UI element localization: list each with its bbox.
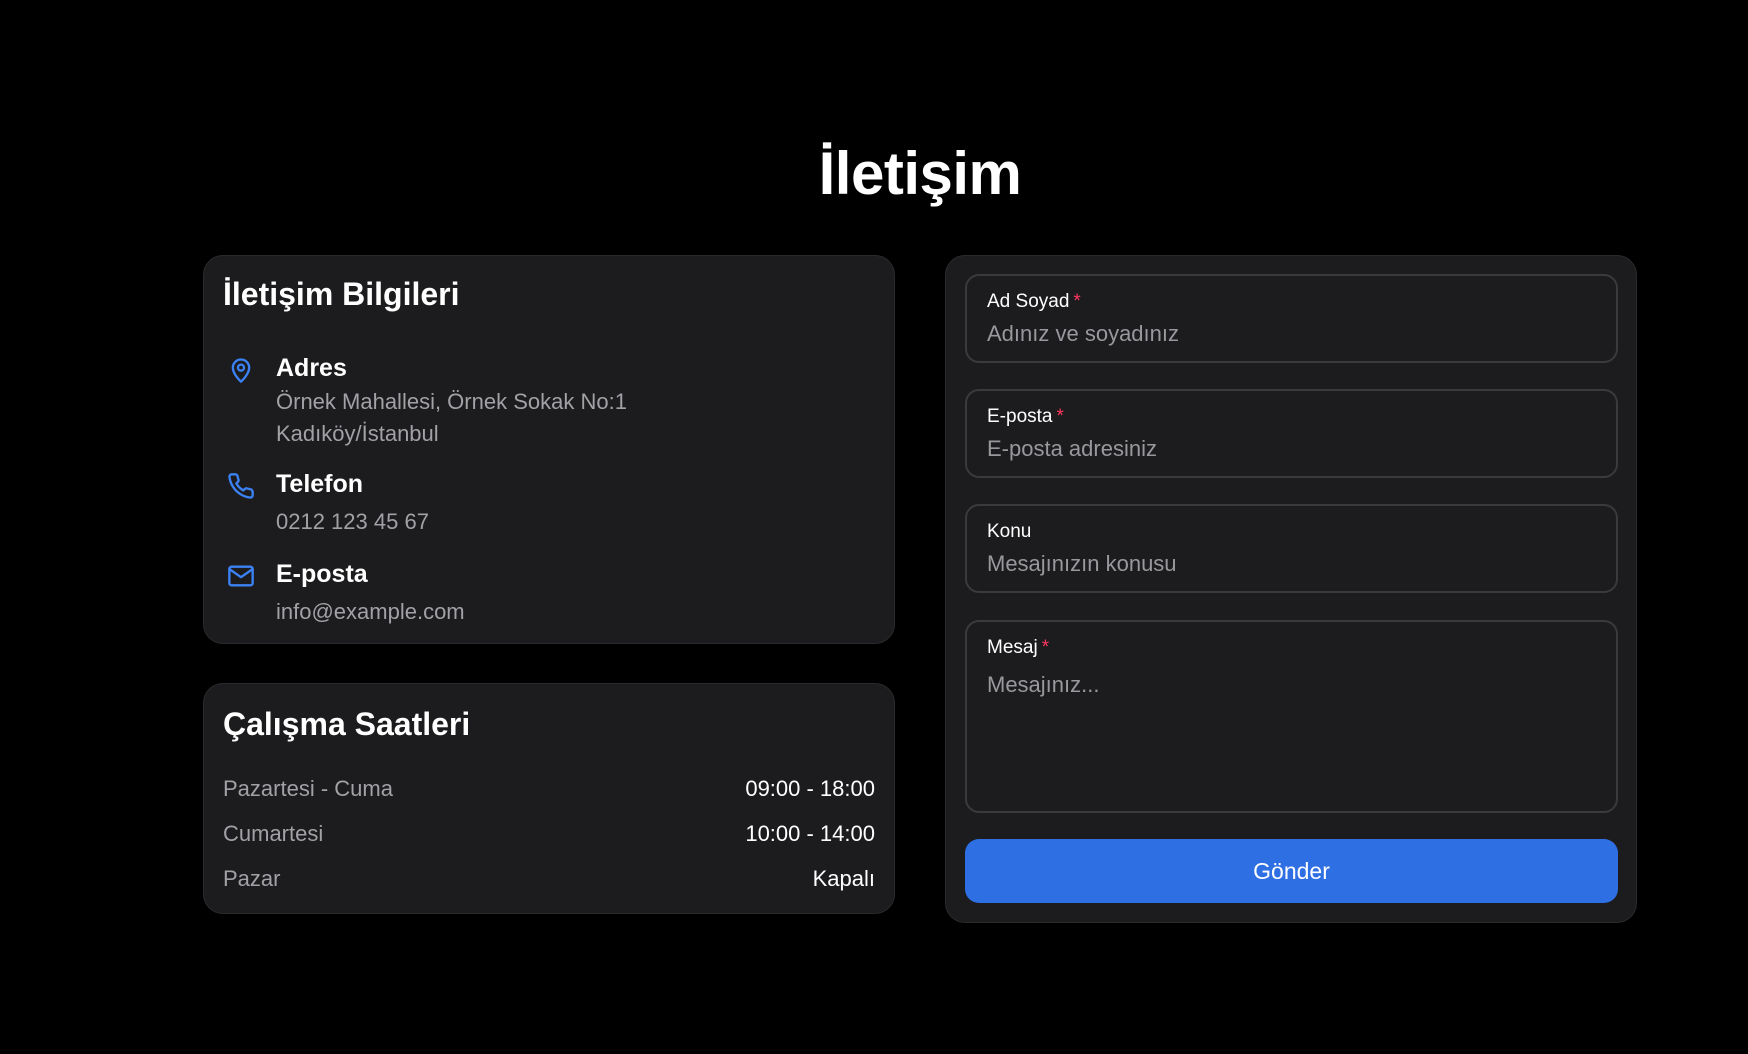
message-textarea[interactable] <box>987 672 1596 798</box>
required-mark: * <box>1056 406 1064 427</box>
hours-day: Cumartesi <box>223 821 324 846</box>
message-field: Mesaj * <box>965 620 1618 813</box>
hours-time: 09:00 - 18:00 <box>745 776 875 801</box>
subject-input[interactable] <box>987 548 1596 580</box>
contact-form-card: Ad Soyad* E-posta* Konu Mesaj* Gönder <box>945 255 1637 923</box>
working-hours-title: Çalışma Saatleri <box>223 706 471 742</box>
hours-row: Pazartesi - Cuma 09:00 - 18:00 <box>223 776 875 808</box>
required-mark: * <box>1041 637 1050 658</box>
hours-time: 10:00 - 14:00 <box>745 821 875 846</box>
email-label: E-posta <box>276 560 368 588</box>
phone-icon <box>228 473 254 499</box>
subject-label: Konu <box>987 521 1032 542</box>
hours-day: Pazar <box>223 866 281 891</box>
email-value: info@example.com <box>276 599 465 624</box>
message-label: Mesaj * <box>987 637 1050 658</box>
hours-time: Kapalı <box>812 866 875 891</box>
address-line-1: Örnek Mahallesi, Örnek Sokak No:1 <box>276 389 627 414</box>
email-field-label: E-posta * <box>987 406 1064 427</box>
contact-info-card: İletişim Bilgileri Adres Örnek Mahallesi… <box>203 255 895 644</box>
working-hours-card: Çalışma Saatleri Pazartesi - Cuma 09:00 … <box>203 683 895 914</box>
map-pin-icon <box>231 358 251 383</box>
mail-icon <box>228 565 254 587</box>
contact-info-title: İletişim Bilgileri <box>223 276 460 312</box>
hours-row: Pazar Kapalı <box>223 866 875 898</box>
email-input[interactable] <box>987 433 1596 465</box>
hours-day: Pazartesi - Cuma <box>223 776 393 801</box>
name-field: Ad Soyad * <box>965 274 1618 363</box>
address-line-2: Kadıköy/İstanbul <box>276 421 439 446</box>
name-input[interactable] <box>987 318 1596 350</box>
email-field: E-posta * <box>965 389 1618 478</box>
page-title: İletişim <box>818 140 1022 207</box>
address-label: Adres <box>276 354 347 382</box>
name-label: Ad Soyad * <box>987 291 1081 312</box>
phone-value: 0212 123 45 67 <box>276 509 429 534</box>
required-mark: * <box>1073 291 1081 312</box>
subject-field: Konu <box>965 504 1618 593</box>
submit-button[interactable]: Gönder <box>965 839 1618 903</box>
hours-row: Cumartesi 10:00 - 14:00 <box>223 821 875 853</box>
phone-label: Telefon <box>276 470 364 498</box>
